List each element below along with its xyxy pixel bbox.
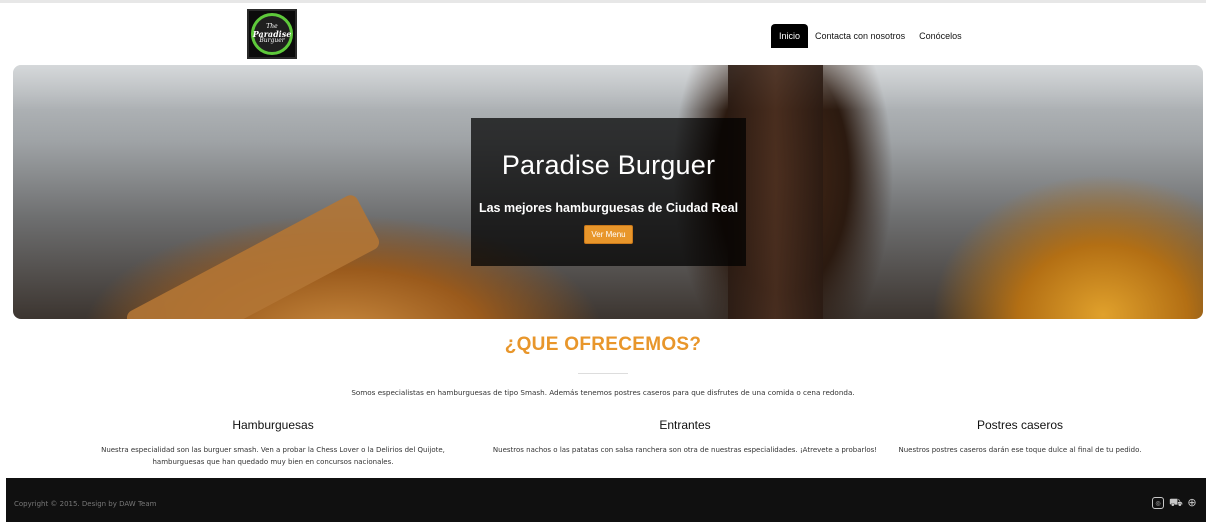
footer: Copyright © 2015. Design by DAW Team ◎ ⛟…	[6, 478, 1206, 522]
nav-item-conocelos[interactable]: Conócelos	[912, 24, 969, 48]
column-title: Hamburguesas	[232, 418, 314, 432]
logo-emblem: The Paradise Burguer	[251, 13, 293, 55]
social-icons: ◎ ⛟ ⊕	[1152, 497, 1198, 509]
delivery-truck-icon[interactable]: ⛟	[1169, 497, 1183, 509]
offer-title: ¿QUE OFRECEMOS?	[504, 334, 702, 355]
nav-item-inicio[interactable]: Inicio	[771, 24, 809, 48]
top-border	[0, 0, 1206, 3]
offer-column-hamburguesas: Hamburguesas Nuestra especialidad son la…	[75, 418, 471, 468]
hero-caption-box: Paradise Burguer Las mejores hamburguesa…	[471, 118, 746, 266]
column-text: Nuestros postres caseros darán ese toque…	[898, 446, 1142, 454]
offer-column-postres: Postres caseros Nuestros postres caseros…	[822, 418, 1206, 456]
column-text: Nuestra especialidad son las burguer sma…	[101, 446, 445, 466]
globe-icon[interactable]: ⊕	[1186, 497, 1198, 509]
logo-text-line3: Burguer	[259, 37, 285, 44]
instagram-icon[interactable]: ◎	[1152, 497, 1164, 509]
hero-title: Paradise Burguer	[501, 150, 716, 180]
offer-intro: Somos especialistas en hamburguesas de t…	[351, 388, 855, 397]
section-divider	[578, 373, 628, 374]
hero-background-burger	[124, 192, 382, 319]
logo[interactable]: The Paradise Burguer	[247, 9, 297, 59]
copyright-text: Copyright © 2015. Design by DAW Team	[14, 500, 157, 508]
column-title: Postres caseros	[976, 418, 1064, 432]
hero-subtitle: Las mejores hamburguesas de Ciudad Real	[478, 201, 739, 215]
hero-banner: Paradise Burguer Las mejores hamburguesa…	[13, 65, 1203, 319]
main-nav: Inicio Contacta con nosotros Conócelos	[771, 24, 969, 48]
nav-item-contacta[interactable]: Contacta con nosotros	[808, 24, 912, 48]
view-menu-button[interactable]: Ver Menu	[584, 225, 633, 244]
hero-background-window	[13, 65, 1203, 110]
